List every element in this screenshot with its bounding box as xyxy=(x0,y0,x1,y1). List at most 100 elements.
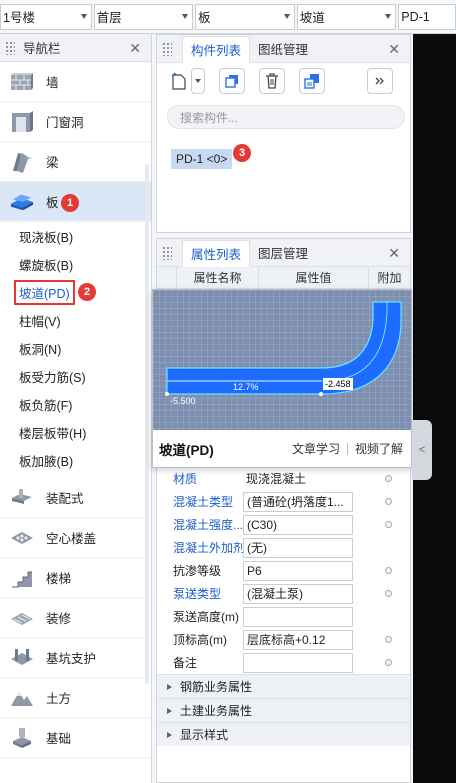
property-value[interactable] xyxy=(243,606,353,627)
nav-item-foundation[interactable]: 基础 xyxy=(0,718,151,758)
sub-item-slab-neg-rebar[interactable]: 板负筋(F) xyxy=(0,390,151,418)
category-select[interactable]: 板 xyxy=(195,3,295,30)
property-value[interactable] xyxy=(243,652,353,673)
tab-component-list[interactable]: 构件列表 xyxy=(182,36,251,63)
more-button[interactable] xyxy=(367,68,393,94)
nav-item-label: 空心楼盖 xyxy=(46,532,97,546)
article-learn-link[interactable]: 文章学习 xyxy=(292,440,340,457)
sub-item-label: 楼层板带(H) xyxy=(19,426,87,441)
group-display-style[interactable]: 显示样式 xyxy=(157,722,410,746)
ramp-diagram: 12.7% -5.500 -2.458 xyxy=(153,290,411,430)
group-civil-properties[interactable]: 土建业务属性 xyxy=(157,698,410,722)
drag-grip-icon[interactable] xyxy=(162,42,172,56)
extra-checkbox[interactable] xyxy=(385,521,392,528)
prefab-icon xyxy=(10,487,34,509)
property-row-concrete-strength: 混凝土强度... (C30) xyxy=(157,513,410,536)
new-component-dropdown[interactable] xyxy=(191,68,205,94)
sub-item-slab-haunch[interactable]: 板加腋(B) xyxy=(0,446,151,474)
delete-button[interactable] xyxy=(259,68,285,94)
sub-item-ramp[interactable]: 坡道(PD) 2 xyxy=(0,278,151,306)
layer-copy-button[interactable] xyxy=(299,68,325,94)
sub-item-slab-rebar[interactable]: 板受力筋(S) xyxy=(0,362,151,390)
nav-item-label: 基坑支护 xyxy=(46,652,97,666)
collapse-panel-tab[interactable]: < xyxy=(412,420,432,480)
property-tabs: 属性列表 图层管理 ✕ xyxy=(157,239,410,267)
component-item-label: PD-1 <0> xyxy=(176,152,228,166)
nav-item-hollow-floor[interactable]: 空心楼盖 xyxy=(0,518,151,558)
component-select[interactable]: PD-1 xyxy=(398,3,456,30)
copy-button[interactable] xyxy=(219,68,245,94)
property-name: 顶标高(m) xyxy=(173,633,227,647)
property-value[interactable]: (无) xyxy=(243,537,353,558)
decoration-icon xyxy=(10,607,34,629)
component-item-pd1[interactable]: PD-1 <0> xyxy=(171,149,233,169)
sub-item-floor-strip[interactable]: 楼层板带(H) xyxy=(0,418,151,446)
property-name: 混凝土类型 xyxy=(173,495,234,509)
nav-item-beam[interactable]: 梁 xyxy=(0,142,151,182)
drawing-canvas[interactable] xyxy=(413,34,456,783)
component-search-input[interactable]: 搜索构件... xyxy=(167,105,405,129)
property-row-pump-type: 泵送类型 (混凝土泵) xyxy=(157,582,410,605)
property-value[interactable]: (普通砼(坍落度1... xyxy=(243,491,353,512)
category-select-value: 板 xyxy=(198,11,211,25)
property-table-header: 属性名称 属性值 附加 xyxy=(157,267,410,289)
property-value[interactable]: P6 xyxy=(243,560,353,581)
property-value[interactable]: 层底标高+0.12 xyxy=(243,629,353,650)
close-icon[interactable]: ✕ xyxy=(129,40,141,57)
new-file-icon xyxy=(172,72,186,90)
nav-item-stair[interactable]: 楼梯 xyxy=(0,558,151,598)
nav-item-decoration[interactable]: 装修 xyxy=(0,598,151,638)
chevron-down-icon xyxy=(80,13,87,19)
video-learn-link[interactable]: 视频了解 xyxy=(355,440,403,457)
property-value[interactable]: 现浇混凝土 xyxy=(243,468,353,489)
extra-checkbox[interactable] xyxy=(385,475,392,482)
nav-item-door-window[interactable]: 门窗洞 xyxy=(0,102,151,142)
sub-item-cast-slab[interactable]: 现浇板(B) xyxy=(0,222,151,250)
chevron-down-icon xyxy=(385,13,392,19)
nav-item-pit-support[interactable]: 基坑支护 xyxy=(0,638,151,678)
floor-select[interactable]: 首层 xyxy=(93,3,194,30)
nav-scrollbar[interactable] xyxy=(145,164,149,684)
nav-item-slab[interactable]: 板 1 xyxy=(0,182,151,222)
drag-grip-icon[interactable] xyxy=(5,40,15,55)
extra-checkbox[interactable] xyxy=(385,636,392,643)
extra-checkbox[interactable] xyxy=(385,659,392,666)
type-select[interactable]: 坡道 xyxy=(296,3,397,30)
sub-item-slab-hole[interactable]: 板洞(N) xyxy=(0,334,151,362)
nav-item-wall[interactable]: 墙 xyxy=(0,62,151,102)
nav-item-prefab[interactable]: 装配式 xyxy=(0,478,151,518)
link-separator xyxy=(346,442,348,455)
property-value[interactable]: (C30) xyxy=(243,514,353,535)
expand-arrow-icon xyxy=(167,683,172,690)
sub-item-column-cap[interactable]: 柱帽(V) xyxy=(0,306,151,334)
extra-checkbox[interactable] xyxy=(385,567,392,574)
col-value-header: 属性值 xyxy=(259,267,369,288)
nav-item-earthwork[interactable]: 土方 xyxy=(0,678,151,718)
door-window-icon xyxy=(10,110,34,133)
group-label: 钢筋业务属性 xyxy=(180,680,253,694)
extra-checkbox[interactable] xyxy=(385,498,392,505)
high-elevation-label: -2.458 xyxy=(325,379,351,389)
tab-property-list[interactable]: 属性列表 xyxy=(182,240,251,267)
close-icon[interactable]: ✕ xyxy=(388,41,400,58)
new-component-button[interactable] xyxy=(169,68,189,94)
tab-label: 属性列表 xyxy=(191,248,242,262)
close-icon[interactable]: ✕ xyxy=(388,245,400,262)
sub-item-spiral-slab[interactable]: 螺旋板(B) xyxy=(0,250,151,278)
drag-grip-icon[interactable] xyxy=(162,246,172,260)
step-badge-1: 1 xyxy=(61,194,79,212)
tab-layer-manage[interactable]: 图层管理 xyxy=(250,239,316,266)
selector-bar: 1号楼 首层 板 坡道 PD-1 xyxy=(0,0,456,34)
chevron-down-icon xyxy=(195,79,201,83)
tab-drawing-manage[interactable]: 图纸管理 xyxy=(250,35,316,62)
tab-label: 构件列表 xyxy=(191,44,242,58)
foundation-icon xyxy=(10,727,34,749)
property-row-concrete-type: 混凝土类型 (普通砼(坍落度1... xyxy=(157,490,410,513)
nav-item-label: 基础 xyxy=(46,732,72,746)
nav-header: 导航栏 ✕ xyxy=(0,34,151,62)
sub-item-label: 现浇板(B) xyxy=(19,230,74,245)
extra-checkbox[interactable] xyxy=(385,590,392,597)
building-select[interactable]: 1号楼 xyxy=(0,3,92,30)
group-rebar-properties[interactable]: 钢筋业务属性 xyxy=(157,674,410,698)
property-value[interactable]: (混凝土泵) xyxy=(243,583,353,604)
